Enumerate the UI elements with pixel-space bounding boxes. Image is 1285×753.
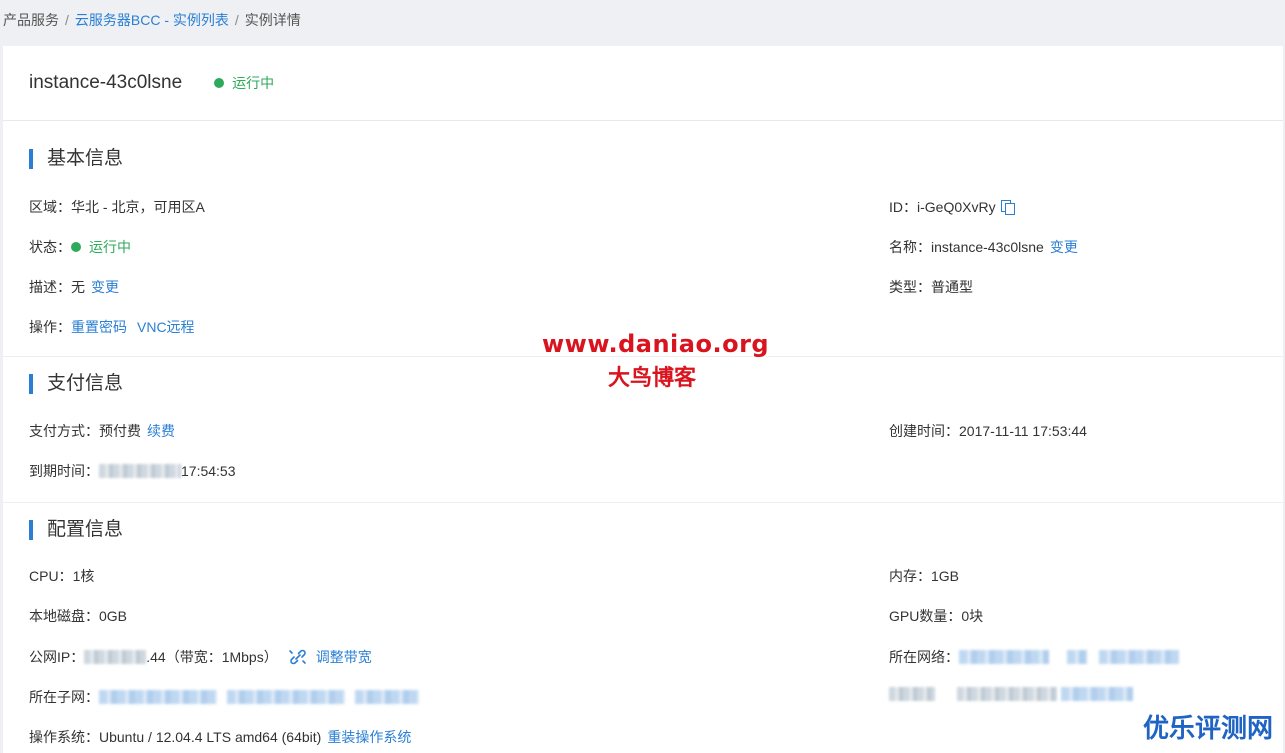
page-title: instance-43c0lsne <box>29 72 183 93</box>
created-value: 2017-11-11 17:53:44 <box>959 423 1087 439</box>
network-detail-redacted <box>889 687 935 701</box>
reinstall-os-link[interactable]: 重装操作系统 <box>327 727 411 747</box>
os-value: Ubuntu / 12.04.4 LTS amd64 (64bit) <box>99 729 322 745</box>
region-label: 区域： <box>29 199 71 215</box>
public-ip-row: 公网IP： .44 （带宽：1Mbps） 调整带宽 <box>29 647 372 667</box>
renew-link[interactable]: 续费 <box>147 421 175 441</box>
adjust-bandwidth-link[interactable]: 调整带宽 <box>316 647 372 667</box>
ops-label: 操作： <box>29 319 71 335</box>
watermark: www.daniao.org 大鸟博客 <box>542 330 770 392</box>
id-row: ID： i-GeQ0XvRy <box>889 197 1015 217</box>
desc-value: 无 <box>71 279 85 295</box>
public-ip-label: 公网IP： <box>29 649 85 665</box>
subnet-redacted <box>355 690 419 704</box>
status-dot-icon <box>71 242 81 252</box>
status-label: 状态： <box>29 239 71 255</box>
status-badge: 运行中 <box>214 73 274 93</box>
id-value: i-GeQ0XvRy <box>917 199 996 215</box>
basic-info-section: 基本信息 区域： 华北 - 北京，可用区A ID： i-GeQ0XvRy 状态：… <box>3 121 1283 357</box>
change-name-link[interactable]: 变更 <box>1050 237 1078 257</box>
cpu-row: CPU： 1核 <box>29 566 94 586</box>
type-label: 类型： <box>889 279 931 295</box>
name-value: instance-43c0lsne <box>931 239 1044 255</box>
type-value: 普通型 <box>931 279 973 295</box>
breadcrumb-separator: / <box>65 12 69 28</box>
reset-password-link[interactable]: 重置密码 <box>71 317 127 337</box>
status-dot-icon <box>214 78 225 88</box>
config-info-title: 配置信息 <box>29 519 123 541</box>
watermark-name: 大鸟博客 <box>607 365 696 391</box>
memory-value: 1GB <box>931 568 960 584</box>
disk-label: 本地磁盘： <box>29 608 99 624</box>
desc-label: 描述： <box>29 279 71 295</box>
gpu-value: 0块 <box>961 608 984 624</box>
public-ip-redacted <box>84 650 147 664</box>
disk-value: 0GB <box>99 608 128 624</box>
network-redacted <box>959 650 1049 664</box>
ops-row: 操作： 重置密码 VNC远程 <box>29 317 195 337</box>
os-row: 操作系统： Ubuntu / 12.04.4 LTS amd64 (64bit)… <box>29 727 411 747</box>
expire-row: 到期时间： 17:54:53 <box>29 461 236 481</box>
bandwidth-text: （带宽：1Mbps） <box>165 649 278 665</box>
breadcrumb-current: 实例详情 <box>244 12 301 28</box>
vnc-remote-link[interactable]: VNC远程 <box>137 317 195 337</box>
copy-icon[interactable] <box>1000 200 1015 215</box>
breadcrumb-products[interactable]: 产品服务 <box>3 12 59 28</box>
payment-info-title: 支付信息 <box>29 373 123 395</box>
status-row: 状态： 运行中 <box>29 237 131 257</box>
change-desc-link[interactable]: 变更 <box>91 277 119 297</box>
cpu-value: 1核 <box>72 568 95 584</box>
link-icon[interactable] <box>288 648 308 666</box>
network-extra-row <box>889 687 1133 701</box>
network-row: 所在网络： <box>889 647 1179 667</box>
basic-info-title: 基本信息 <box>29 148 123 170</box>
instance-detail-card: instance-43c0lsne 运行中 基本信息 区域： 华北 - 北京，可… <box>3 46 1283 753</box>
created-row: 创建时间： 2017-11-11 17:53:44 <box>889 421 1087 441</box>
corner-watermark: 优乐评测网 <box>1142 714 1273 744</box>
network-detail-redacted <box>957 687 1057 701</box>
breadcrumb-separator: / <box>234 12 239 28</box>
gpu-label: GPU数量： <box>889 608 962 624</box>
network-redacted <box>1099 650 1179 664</box>
os-label: 操作系统： <box>29 729 99 745</box>
payment-method-value: 预付费 <box>99 423 141 439</box>
subnet-redacted <box>227 690 345 704</box>
status-value: 运行中 <box>89 239 131 255</box>
created-label: 创建时间： <box>889 423 959 439</box>
config-info-section: 配置信息 CPU： 1核 内存： 1GB 本地磁盘： 0GB GPU数量： 0块… <box>3 503 1283 753</box>
status-badge: 运行中 <box>71 237 131 257</box>
expire-date-redacted <box>99 464 181 478</box>
memory-row: 内存： 1GB <box>889 566 959 586</box>
disk-row: 本地磁盘： 0GB <box>29 606 127 626</box>
name-row: 名称： instance-43c0lsne 变更 <box>889 237 1078 257</box>
instance-header: instance-43c0lsne 运行中 <box>3 46 1283 121</box>
id-label: ID： <box>889 199 917 215</box>
name-label: 名称： <box>889 239 931 255</box>
subnet-label: 所在子网： <box>29 689 99 705</box>
type-row: 类型： 普通型 <box>889 277 973 297</box>
cpu-label: CPU： <box>29 568 73 584</box>
subnet-redacted <box>99 690 217 704</box>
payment-method-row: 支付方式： 预付费 续费 <box>29 421 175 441</box>
status-text: 运行中 <box>232 75 275 91</box>
expire-label: 到期时间： <box>29 463 99 479</box>
region-row: 区域： 华北 - 北京，可用区A <box>29 197 205 217</box>
network-detail-redacted <box>1061 687 1133 701</box>
watermark-url: www.daniao.org <box>542 330 770 358</box>
subnet-row: 所在子网： <box>29 687 419 707</box>
desc-row: 描述： 无 变更 <box>29 277 119 297</box>
memory-label: 内存： <box>889 568 931 584</box>
breadcrumb: 产品服务 / 云服务器BCC - 实例列表 / 实例详情 <box>0 0 1285 44</box>
public-ip-tail: .44 <box>146 649 166 665</box>
region-value: 华北 - 北京，可用区A <box>71 199 205 215</box>
gpu-row: GPU数量： 0块 <box>889 606 983 626</box>
network-redacted <box>1067 650 1087 664</box>
expire-time: 17:54:53 <box>181 463 236 479</box>
network-label: 所在网络： <box>889 649 959 665</box>
breadcrumb-instance-list[interactable]: 云服务器BCC - 实例列表 <box>75 12 229 28</box>
payment-method-label: 支付方式： <box>29 423 99 439</box>
